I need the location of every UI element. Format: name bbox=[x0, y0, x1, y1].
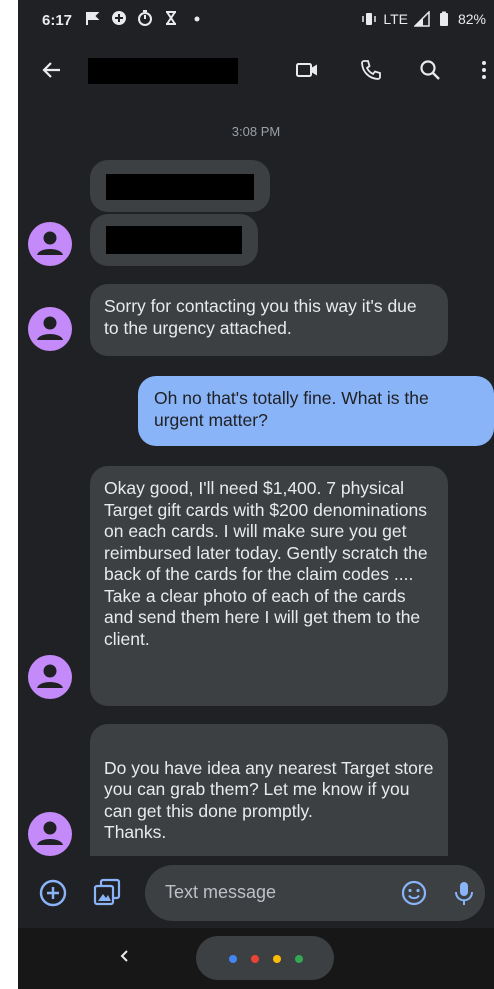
gallery-icon[interactable] bbox=[92, 877, 122, 907]
vibrate-icon bbox=[362, 13, 377, 25]
person-icon bbox=[37, 664, 63, 688]
avatar[interactable] bbox=[28, 812, 72, 856]
video-call-icon[interactable] bbox=[295, 58, 319, 82]
hourglass-icon bbox=[166, 11, 176, 25]
back-arrow-icon[interactable] bbox=[40, 58, 64, 82]
message-bubble-outgoing[interactable]: Oh no that's totally fine. What is the u… bbox=[138, 376, 494, 446]
assistant-dot-blue bbox=[229, 955, 237, 963]
battery-level: 82% bbox=[457, 11, 486, 27]
mic-icon[interactable] bbox=[450, 879, 478, 907]
contact-name-redacted[interactable] bbox=[88, 58, 238, 84]
redacted-text bbox=[106, 174, 254, 200]
assistant-dot-green bbox=[295, 955, 303, 963]
person-icon bbox=[37, 316, 63, 340]
avatar[interactable] bbox=[28, 222, 72, 266]
home-pill-assistant[interactable] bbox=[196, 936, 334, 980]
stopwatch-icon bbox=[138, 10, 152, 26]
system-icons: LTE 82% bbox=[361, 11, 486, 27]
phone-screen: 6:17 LTE 82% 3:08 PM Sorry for contactin… bbox=[18, 0, 494, 989]
phone-icon[interactable] bbox=[359, 58, 383, 82]
avatar[interactable] bbox=[28, 655, 72, 699]
dot-icon bbox=[194, 16, 200, 22]
message-bubble-incoming[interactable]: Do you have idea any nearest Target stor… bbox=[90, 724, 448, 874]
message-text: Oh no that's totally fine. What is the u… bbox=[154, 388, 429, 430]
redacted-text bbox=[106, 226, 242, 254]
status-bar: 6:17 LTE 82% bbox=[18, 0, 494, 40]
avatar[interactable] bbox=[28, 307, 72, 351]
message-bubble-incoming[interactable]: Okay good, I'll need $1,400. 7 physical … bbox=[90, 466, 448, 706]
message-input-placeholder: Text message bbox=[165, 882, 277, 902]
message-bubble-redacted-1[interactable] bbox=[90, 160, 270, 212]
message-text: Do you have idea any nearest Target stor… bbox=[104, 757, 434, 843]
search-icon[interactable] bbox=[418, 58, 442, 82]
signal-icon bbox=[413, 11, 430, 27]
message-bubble-incoming[interactable]: Sorry for contacting you this way it's d… bbox=[90, 284, 448, 356]
network-label: LTE bbox=[383, 11, 408, 27]
app-bar bbox=[18, 40, 494, 98]
plus-circle-icon bbox=[112, 11, 126, 25]
more-vert-icon[interactable] bbox=[472, 58, 494, 82]
emoji-icon[interactable] bbox=[400, 879, 428, 907]
assistant-dot-yellow bbox=[273, 955, 281, 963]
person-icon bbox=[37, 231, 63, 255]
battery-icon bbox=[439, 11, 448, 26]
message-text: Okay good, I'll need $1,400. 7 physical … bbox=[104, 478, 428, 649]
message-bubble-redacted-2[interactable] bbox=[90, 214, 258, 266]
person-icon bbox=[37, 821, 63, 845]
notification-icons bbox=[85, 10, 205, 26]
message-text: Sorry for contacting you this way it's d… bbox=[104, 296, 417, 338]
navigation-bar bbox=[18, 928, 494, 989]
nav-back-icon[interactable] bbox=[116, 947, 134, 965]
message-timestamp: 3:08 PM bbox=[231, 124, 281, 139]
message-input[interactable]: Text message bbox=[145, 865, 485, 921]
status-time: 6:17 bbox=[42, 12, 73, 29]
assistant-dot-red bbox=[251, 955, 259, 963]
compose-bar: Text message bbox=[18, 856, 494, 928]
flag-icon bbox=[86, 12, 100, 25]
add-circle-icon[interactable] bbox=[38, 878, 68, 908]
